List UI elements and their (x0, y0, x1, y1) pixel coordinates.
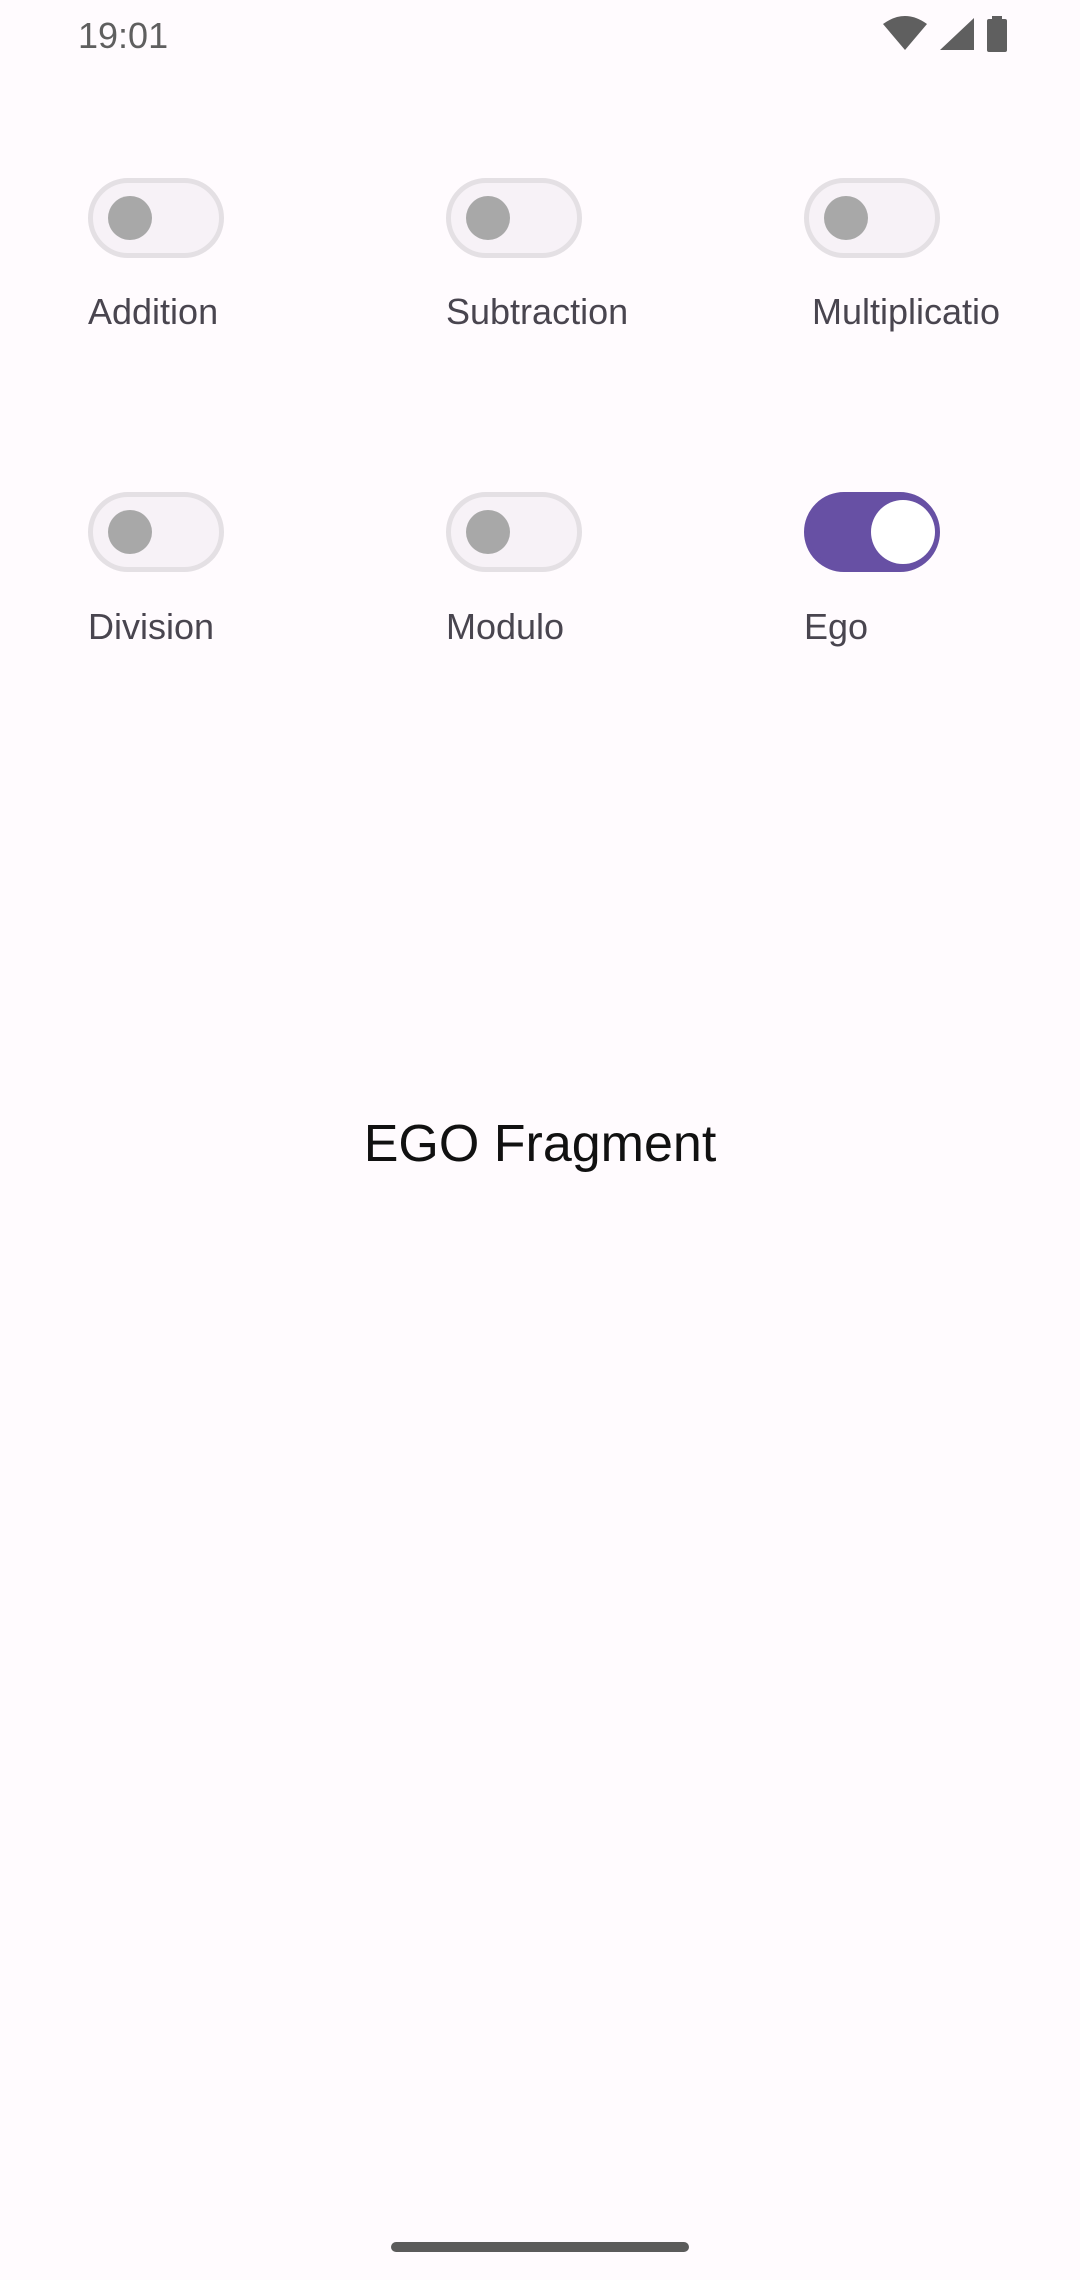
switch-thumb (108, 196, 152, 240)
multiplication-label: Multiplicatio (812, 291, 1001, 332)
switch-thumb (108, 510, 152, 554)
addition-switch[interactable] (88, 178, 224, 258)
fragment-title: EGO Fragment (363, 1115, 717, 1173)
switch-thumb (466, 196, 510, 240)
ego-switch[interactable] (804, 492, 940, 572)
division-label: Division (88, 606, 215, 647)
status-icons (882, 14, 1008, 54)
battery-icon (986, 16, 1008, 52)
switch-thumb (824, 196, 868, 240)
switch-thumb (871, 500, 935, 564)
wifi-icon (882, 16, 928, 52)
status-bar: 19:01 (0, 0, 1080, 72)
signal-icon (938, 16, 976, 52)
status-time: 19:01 (78, 15, 169, 56)
subtraction-label: Subtraction (446, 291, 629, 332)
multiplication-switch[interactable] (804, 178, 940, 258)
modulo-label: Modulo (446, 606, 565, 647)
modulo-switch[interactable] (446, 492, 582, 572)
addition-label: Addition (88, 291, 219, 332)
division-switch[interactable] (88, 492, 224, 572)
subtraction-switch[interactable] (446, 178, 582, 258)
ego-label: Ego (804, 606, 869, 647)
home-indicator[interactable] (391, 2242, 689, 2252)
switch-thumb (466, 510, 510, 554)
